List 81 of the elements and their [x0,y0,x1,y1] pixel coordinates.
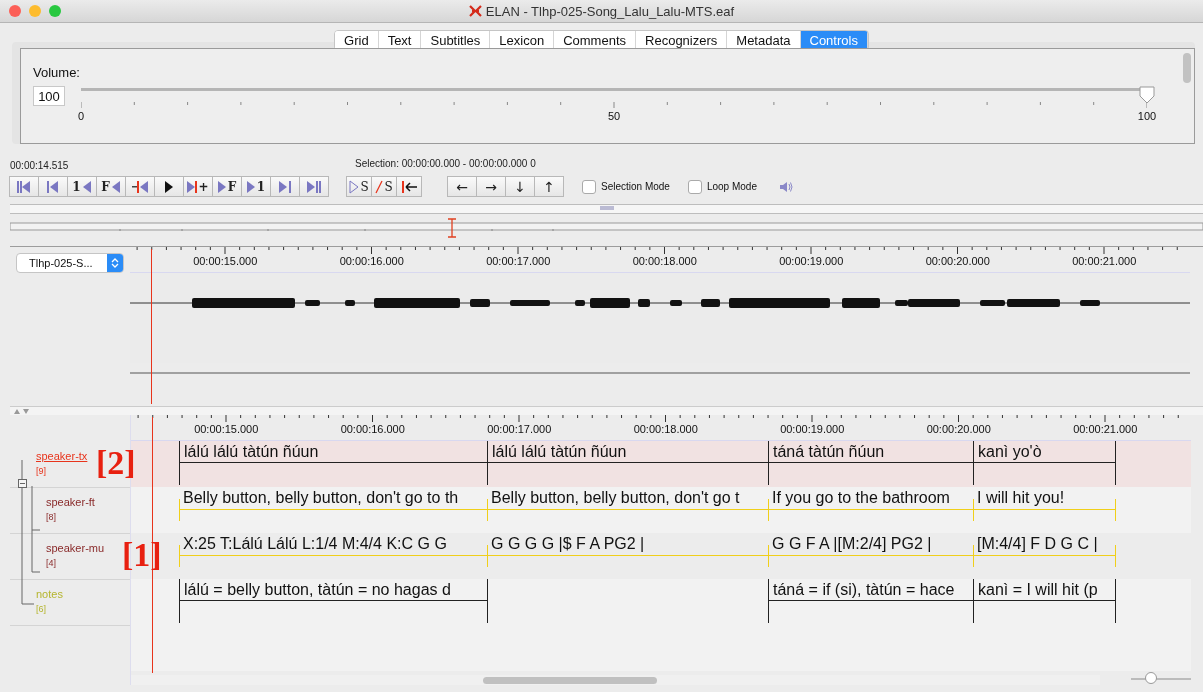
checkbox-label: Selection Mode [601,181,670,192]
annotation[interactable]: lálú = belly button, tàtún = no hagas d [179,579,488,623]
transport-button[interactable]: F [212,176,242,197]
annotation[interactable]: lálú lálú tàtún ñúun [179,441,488,485]
transport-icon [187,179,198,194]
slash-icon [375,179,384,194]
speaker-icon[interactable] [779,180,793,193]
scrollbar-thumb[interactable] [1183,53,1191,83]
scale-label: 50 [606,110,622,122]
checkbox[interactable] [687,179,702,194]
annotation[interactable]: kanì yo'ò [973,441,1116,485]
transport-button[interactable]: S [371,176,397,197]
position-marker-icon [446,218,458,238]
transport-icon [307,179,321,194]
arrow-button[interactable]: ← [447,176,477,197]
time-label: 00:00:17.000 [485,255,552,267]
transport-icon [163,179,175,194]
time-label: 00:00:19.000 [779,423,846,435]
time-label: 00:00:16.000 [339,423,406,435]
transport-icon [110,179,121,194]
checkbox[interactable] [582,179,596,194]
time-label: 00:00:20.000 [924,255,991,267]
transport-icon [349,179,360,194]
checkbox-label: Loop Mode [706,181,757,192]
arrow-button[interactable]: ↑ [534,176,564,197]
expand-box-icon[interactable] [18,479,28,489]
time-label: 00:00:21.000 [1072,423,1139,435]
transport-button[interactable]: S [346,176,372,197]
tier-name[interactable]: speaker-ft [46,496,95,508]
time-label: 00:00:19.000 [778,255,845,267]
annotation[interactable]: kanì = I will hit (p [973,579,1116,623]
scale-label: 100 [1136,110,1158,122]
tier-count: [4] [46,558,57,568]
media-dropdown[interactable]: Tlhp-025-S... [16,253,124,273]
transport-button[interactable]: F [96,176,126,197]
annotation[interactable]: táná = if (si), tàtún = hace [768,579,974,623]
time-label: 00:00:17.000 [486,423,553,435]
arrow-button[interactable]: ↓ [505,176,535,197]
volume-field[interactable]: 100 [33,86,65,106]
tier-count: [8] [46,512,57,522]
selection-info: Selection: 00:00:00.000 - 00:00:00.000 0 [355,158,536,169]
time-label: 00:00:15.000 [193,423,260,435]
collapse-arrows-icon[interactable] [14,408,29,414]
close-button[interactable] [9,5,21,17]
splitter-handle-icon[interactable] [599,205,614,211]
transport-icon [46,179,60,194]
app-logo-icon [468,5,482,17]
transport-icon [279,179,291,194]
transport-icon [246,179,256,194]
time-label: 00:00:16.000 [338,255,405,267]
time-label: 00:00:15.000 [192,255,259,267]
current-time: 00:00:14.515 [10,160,69,171]
time-label: 00:00:18.000 [632,423,699,435]
arrow-button[interactable]: → [476,176,506,197]
transport-icon [81,179,92,194]
minimize-button[interactable] [29,5,41,17]
transport-icon [217,179,227,194]
zoom-slider[interactable] [1131,675,1191,683]
slider-thumb[interactable] [1139,86,1155,104]
time-label: 00:00:21.000 [1071,255,1138,267]
transport-button[interactable] [396,176,422,197]
scale-label: 0 [76,110,86,122]
time-label: 00:00:20.000 [925,423,992,435]
transport-button[interactable]: + [183,176,213,197]
transport-button[interactable]: 1 [67,176,97,197]
tier-name[interactable]: speaker-tx [36,450,88,462]
scrollbar-thumb[interactable] [483,677,657,684]
stepper-icon [111,257,119,269]
callout-label: [2] [96,444,136,482]
transport-button[interactable]: 1 [241,176,271,197]
zoom-button[interactable] [49,5,61,17]
tier-name[interactable]: speaker-mu [46,542,105,554]
volume-label: Volume: [33,65,81,80]
transport-icon [17,179,31,194]
time-label: 00:00:18.000 [631,255,698,267]
transport-icon [400,179,418,194]
transport-icon [132,179,148,194]
window-title: ELAN - Tlhp-025-Song_Lalu_Lalu-MTS.eaf [485,3,735,19]
tier-count: [9] [36,466,47,476]
transport-button[interactable] [154,176,184,197]
tier-count: [6] [36,604,47,614]
